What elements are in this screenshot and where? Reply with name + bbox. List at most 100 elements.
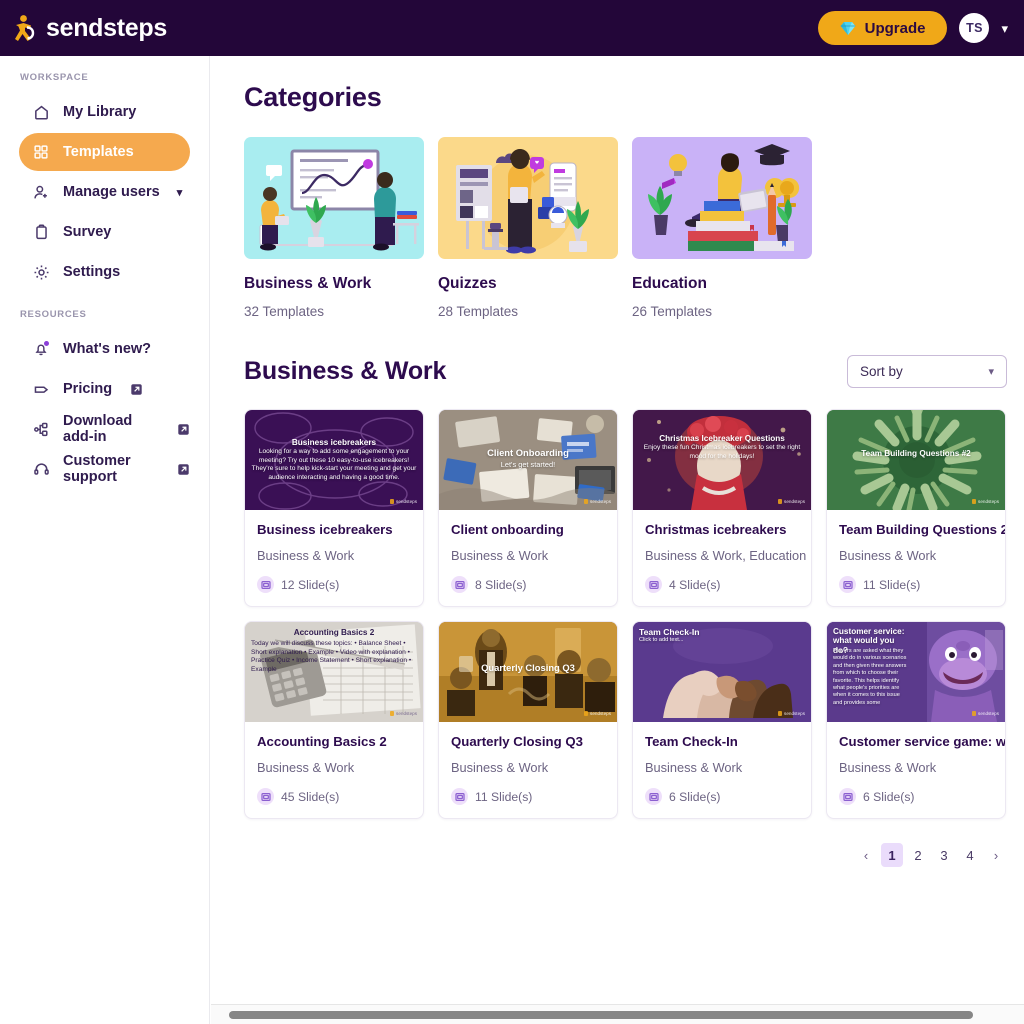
sendsteps-watermark: sendsteps [972,711,999,716]
sidebar-item-manage-users[interactable]: Manage users ▾ [19,173,190,211]
sendsteps-watermark: sendsteps [778,499,805,504]
category-count: 26 Templates [632,304,713,319]
slides-label: 11 Slide(s) [863,577,921,592]
template-card[interactable]: Customer service: what would you do? Pla… [826,621,1006,819]
category-card-business-work[interactable]: Business & Work 32 Templates [244,137,424,319]
slides-icon [451,788,468,805]
sidebar-item-my-library[interactable]: My Library [19,93,190,131]
template-slide-count: 45 Slide(s) [257,788,411,805]
template-title: Customer service game: what would you do… [839,734,1006,749]
external-link-icon[interactable] [177,463,190,476]
template-card[interactable]: Client Onboarding Let's get started! sen… [438,409,618,607]
upgrade-button[interactable]: Upgrade [817,11,948,45]
sidebar-item-templates[interactable]: Templates [19,133,190,171]
template-slide-count: 4 Slide(s) [645,576,799,593]
slides-icon [645,788,662,805]
sidebar-item-label: Survey [63,224,112,240]
template-info: Quarterly Closing Q3 Business & Work 11 … [439,722,617,818]
header-actions: Upgrade TS ▾ [817,11,1008,45]
sidebar-item-download-add-in[interactable]: Download add-in [19,410,190,448]
sidebar-item-customer-support[interactable]: Customer support [19,450,190,488]
sidebar-item-label: Templates [63,144,134,160]
thumbnail-title: Team Check-In [639,627,700,637]
template-card[interactable]: Quarterly Closing Q3 sendsteps Quarterly… [438,621,618,819]
template-slide-count: 6 Slide(s) [839,788,993,805]
category-card-education[interactable]: Education 26 Templates [632,137,812,319]
template-slide-count: 12 Slide(s) [257,576,411,593]
sidebar-item-survey[interactable]: Survey [19,213,190,251]
sidebar-item-label: Manage users [63,184,160,200]
sort-by-select[interactable]: Sort by ▾ [847,355,1007,388]
template-card[interactable]: Christmas Icebreaker Questions Enjoy the… [632,409,812,607]
template-info: Customer service game: what would you do… [827,722,1005,818]
pagination-prev[interactable]: ‹ [855,843,877,867]
scrollbar-thumb[interactable] [229,1011,973,1019]
category-count: 28 Templates [438,304,519,319]
pagination-page-2[interactable]: 2 [907,843,929,867]
slides-label: 6 Slide(s) [669,789,721,804]
brand-logo[interactable]: sendsteps [14,14,167,43]
thumbnail-title: Accounting Basics 2 [293,628,375,637]
pagination-page-3[interactable]: 3 [933,843,955,867]
slides-label: 8 Slide(s) [475,577,527,592]
template-card[interactable]: Accounting Basics 2 Today we will discus… [244,621,424,819]
external-link-icon[interactable] [130,383,143,396]
template-category: Business & Work [839,760,937,775]
avatar[interactable]: TS [959,13,990,43]
slides-icon [839,576,856,593]
template-card[interactable]: Team Building Questions #2 sendsteps Tea… [826,409,1006,607]
category-thumbnail [438,137,618,259]
pagination-next[interactable]: › [985,843,1007,867]
category-thumbnail [632,137,812,259]
template-title: Business icebreakers [257,522,393,537]
template-slide-count: 6 Slide(s) [645,788,799,805]
pagination-page-4[interactable]: 4 [959,843,981,867]
chevron-down-icon[interactable]: ▾ [177,186,183,199]
slides-icon [839,788,856,805]
sidebar-item-pricing[interactable]: Pricing [19,370,190,408]
user-plus-icon [32,183,50,201]
external-link-icon[interactable] [177,423,190,436]
chevron-down-icon[interactable]: ▾ [1001,22,1008,35]
category-count: 32 Templates [244,304,325,319]
category-name: Education [632,275,707,292]
template-info: Business icebreakers Business & Work 12 … [245,510,423,606]
scrollbar-track[interactable] [229,1011,1020,1019]
template-card[interactable]: Business icebreakers Looking for a way t… [244,409,424,607]
thumbnail-subtitle: Players are asked what they would do in … [833,648,907,706]
gear-icon [32,263,50,281]
page-title: Categories [244,82,382,112]
horizontal-scrollbar[interactable] [211,1004,1024,1024]
template-card[interactable]: Team Check-In Click to add text... sends… [632,621,812,819]
template-title: Accounting Basics 2 [257,734,387,749]
sidebar-item-label: My Library [63,104,137,120]
sidebar-item-settings[interactable]: Settings [19,253,190,291]
thumbnail-title: Christmas Icebreaker Questions [659,434,785,443]
sendsteps-mark-icon [14,14,40,42]
template-category: Business & Work [645,760,743,775]
template-category: Business & Work [451,760,549,775]
thumbnail-subtitle: Click to add text... [639,637,684,643]
template-thumbnail: Christmas Icebreaker Questions Enjoy the… [633,410,811,510]
template-info: Team Check-In Business & Work 6 Slide(s) [633,722,811,818]
thumbnail-title: Quarterly Closing Q3 [481,662,575,673]
slides-icon [257,788,274,805]
headset-icon [32,460,50,478]
thumbnail-title: Client Onboarding [487,447,569,458]
sidebar: WORKSPACE My Library Templates Manage us… [0,56,210,1024]
template-info: Accounting Basics 2 Business & Work 45 S… [245,722,423,818]
category-card-quizzes[interactable]: Quizzes 28 Templates [438,137,618,319]
template-category: Business & Work [257,760,355,775]
sidebar-section-resources-label: RESOURCES [20,309,87,320]
slides-label: 11 Slide(s) [475,789,533,804]
template-thumbnail: Team Building Questions #2 sendsteps [827,410,1005,510]
slides-label: 12 Slide(s) [281,577,340,592]
home-icon [32,103,50,121]
sidebar-item-whats-new[interactable]: What's new? [19,330,190,368]
diamond-icon [840,21,856,36]
template-info: Christmas icebreakers Business & Work, E… [633,510,811,606]
grid-icon [32,143,50,161]
template-thumbnail: Accounting Basics 2 Today we will discus… [245,622,423,722]
pagination-page-1[interactable]: 1 [881,843,903,867]
bell-icon [32,340,50,358]
